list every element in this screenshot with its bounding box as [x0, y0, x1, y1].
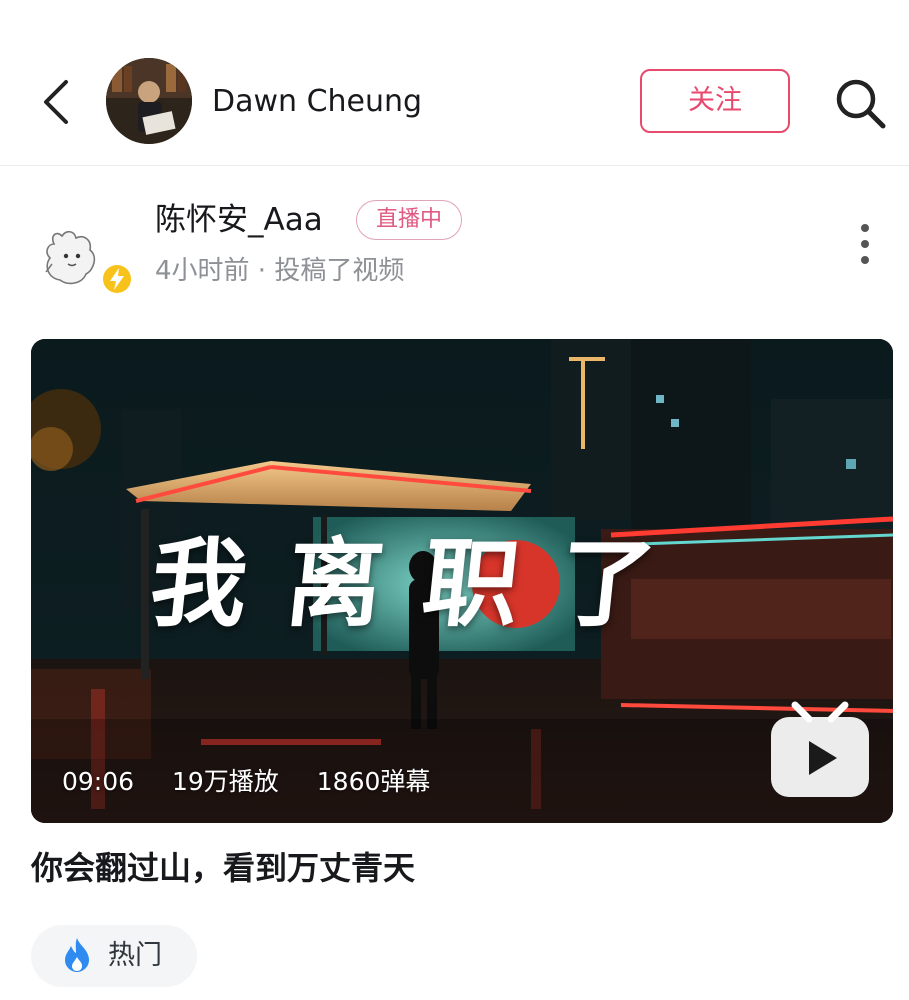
- hot-tag[interactable]: 热门: [31, 925, 197, 987]
- user-avatar[interactable]: [106, 58, 192, 144]
- video-duration: 09:06: [62, 767, 135, 796]
- video-danmaku-count: 1860弹幕: [316, 767, 431, 796]
- hot-tag-label: 热门: [108, 940, 162, 971]
- chevron-left-icon: [44, 80, 68, 124]
- video-card[interactable]: 我离职了 09:06 19万播放 1860弹幕: [31, 339, 893, 823]
- author-name[interactable]: 陈怀安_Aaa: [155, 198, 323, 242]
- top-bar: Dawn Cheung 关注: [0, 0, 909, 166]
- back-button[interactable]: [38, 78, 78, 126]
- search-icon: [836, 79, 886, 129]
- more-vertical-icon: [861, 224, 869, 264]
- header-user-name[interactable]: Dawn Cheung: [212, 80, 422, 124]
- play-tv-button[interactable]: [767, 701, 873, 801]
- avatar-image: [106, 58, 192, 144]
- video-play-count: 19万播放: [172, 767, 279, 796]
- video-overlay-title: 我离职了: [145, 527, 701, 640]
- live-badge[interactable]: 直播中: [356, 200, 462, 240]
- verified-lightning-badge: [100, 262, 134, 296]
- video-caption[interactable]: 你会翻过山，看到万丈青天: [31, 845, 415, 891]
- tv-play-icon: [771, 701, 869, 797]
- video-stats: 09:06 19万播放 1860弹幕: [62, 764, 460, 800]
- flame-icon: [65, 938, 89, 972]
- poster-avatar[interactable]: [40, 226, 134, 300]
- follow-button[interactable]: 关注: [640, 69, 790, 133]
- more-options-button[interactable]: [850, 222, 880, 266]
- search-button[interactable]: [833, 76, 887, 130]
- post-meta: 4小时前 · 投稿了视频: [155, 256, 405, 286]
- lightning-icon: [103, 265, 131, 293]
